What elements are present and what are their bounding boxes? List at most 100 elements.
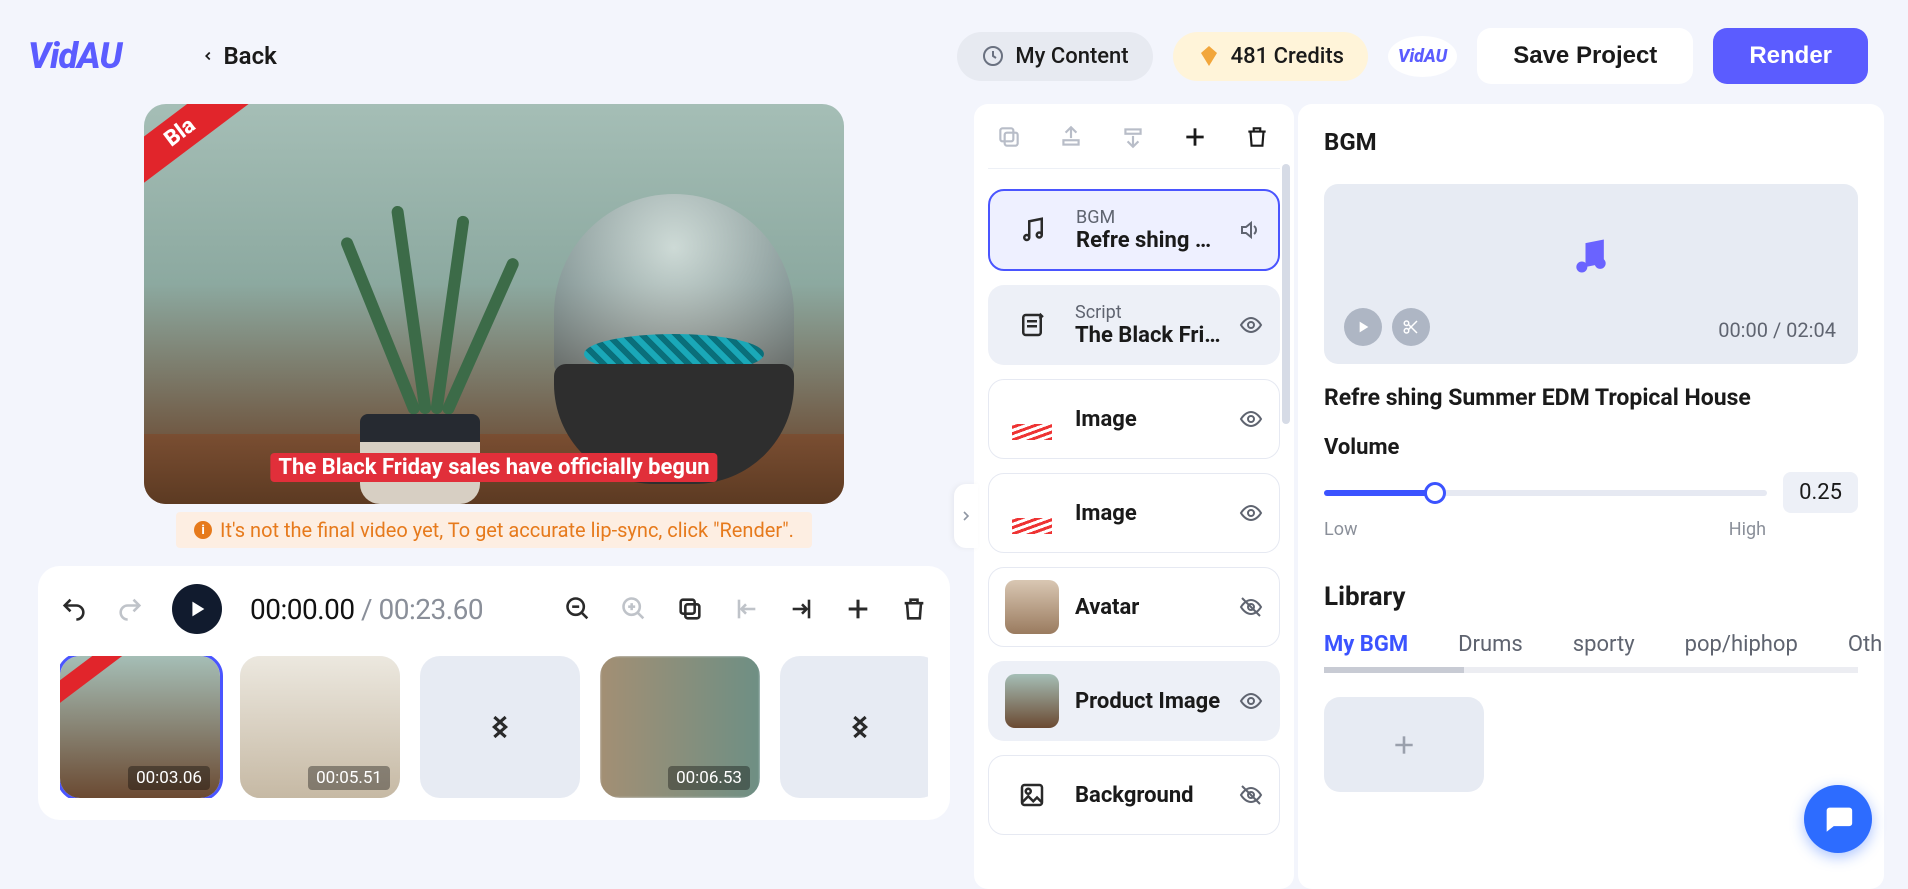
- timeline-transition[interactable]: [780, 656, 928, 798]
- tab-drums[interactable]: Drums: [1458, 632, 1523, 657]
- play-button[interactable]: [172, 584, 222, 634]
- product-thumb: [1005, 674, 1059, 728]
- background-icon: [1005, 768, 1059, 822]
- bgm-waveform[interactable]: 00:00 / 02:04: [1324, 184, 1858, 364]
- volume-low-label: Low: [1324, 519, 1358, 540]
- brand-badge-text: VidAU: [1398, 46, 1447, 67]
- plus-icon: [844, 595, 872, 623]
- layer-send-back-button[interactable]: [1120, 124, 1146, 150]
- bgm-play-button[interactable]: [1344, 308, 1382, 346]
- save-project-button[interactable]: Save Project: [1477, 28, 1693, 84]
- play-icon: [186, 598, 208, 620]
- preview-illustration-speaker: [554, 194, 794, 494]
- layer-item-avatar[interactable]: Avatar: [988, 567, 1280, 647]
- library-tabs: My BGM Drums sporty pop/hiphop Oth: [1324, 632, 1858, 673]
- tab-my-bgm[interactable]: My BGM: [1324, 632, 1408, 657]
- layer-add-button[interactable]: [1182, 124, 1208, 150]
- align-right-icon: [788, 595, 816, 623]
- eye-icon[interactable]: [1239, 407, 1263, 431]
- clip-timestamp: 00:03.06: [128, 766, 210, 790]
- app-logo: VidAU: [28, 35, 121, 77]
- redo-button[interactable]: [116, 595, 144, 623]
- duplicate-button[interactable]: [676, 595, 704, 623]
- library-add-button[interactable]: [1324, 697, 1484, 792]
- volume-icon[interactable]: [1238, 218, 1262, 242]
- timeline-transition[interactable]: [420, 656, 580, 798]
- transition-icon: [843, 710, 877, 744]
- render-button[interactable]: Render: [1713, 28, 1868, 84]
- layer-label: Script: [1075, 302, 1223, 323]
- transition-icon: [483, 710, 517, 744]
- preview-caption: The Black Friday sales have officially b…: [270, 453, 717, 482]
- timeline-clip[interactable]: 00:06.53: [600, 656, 760, 798]
- layer-item-product-image[interactable]: Product Image: [988, 661, 1280, 741]
- undo-icon: [60, 595, 88, 623]
- align-right-button[interactable]: [788, 595, 816, 623]
- align-left-button[interactable]: [732, 595, 760, 623]
- credits-chip[interactable]: 481 Credits: [1173, 32, 1368, 81]
- volume-value: 0.25: [1783, 472, 1858, 513]
- volume-slider-thumb[interactable]: [1424, 482, 1446, 504]
- bgm-trim-button[interactable]: [1392, 308, 1430, 346]
- credits-label: 481 Credits: [1231, 44, 1344, 69]
- layer-item-script[interactable]: Script The Black Fri…: [988, 285, 1280, 365]
- layer-copy-button[interactable]: [996, 124, 1022, 150]
- tab-pop-hiphop[interactable]: pop/hiphop: [1685, 632, 1798, 657]
- add-clip-button[interactable]: [844, 595, 872, 623]
- info-icon: i: [194, 521, 212, 539]
- video-preview[interactable]: Bla The Black Friday sales have official…: [144, 104, 844, 504]
- back-button[interactable]: Back: [201, 42, 276, 70]
- scissors-icon: [1402, 318, 1420, 336]
- back-label: Back: [223, 42, 276, 70]
- layer-delete-button[interactable]: [1244, 124, 1270, 150]
- copy-icon: [996, 124, 1022, 150]
- redo-icon: [116, 595, 144, 623]
- my-content-label: My Content: [1015, 44, 1128, 69]
- eye-icon[interactable]: [1239, 313, 1263, 337]
- layer-value: The Black Fri…: [1075, 323, 1223, 348]
- layer-value: Background: [1075, 783, 1223, 808]
- undo-button[interactable]: [60, 595, 88, 623]
- layer-item-bgm[interactable]: BGM Refre shing S…: [988, 189, 1280, 271]
- layer-label: BGM: [1076, 207, 1222, 228]
- chevron-left-icon: [201, 49, 215, 63]
- eye-off-icon[interactable]: [1239, 783, 1263, 807]
- zoom-out-button[interactable]: [564, 595, 592, 623]
- time-sep: /: [355, 593, 379, 626]
- diamond-icon: [1197, 44, 1221, 68]
- layer-item-background[interactable]: Background: [988, 755, 1280, 835]
- eye-off-icon[interactable]: [1239, 595, 1263, 619]
- timeline-clips[interactable]: 00:03.06 00:05.51 00:06.53: [60, 656, 928, 798]
- my-content-button[interactable]: My Content: [957, 32, 1152, 81]
- layer-value: Refre shing S…: [1076, 228, 1222, 253]
- tab-sporty[interactable]: sporty: [1573, 632, 1635, 657]
- brand-badge: VidAU: [1388, 36, 1457, 77]
- music-note-icon: [1569, 234, 1613, 278]
- bring-front-icon: [1058, 124, 1084, 150]
- layer-item-image[interactable]: Image: [988, 379, 1280, 459]
- collapse-layers-button[interactable]: [954, 484, 978, 548]
- tab-other[interactable]: Oth: [1848, 632, 1882, 657]
- eye-icon[interactable]: [1239, 689, 1263, 713]
- volume-slider[interactable]: [1324, 490, 1767, 496]
- current-time: 00:00.00: [250, 593, 355, 626]
- chevron-right-icon: [958, 508, 974, 524]
- volume-high-label: High: [1729, 519, 1766, 540]
- time-display: 00:00.00 / 00:23.60: [250, 593, 483, 626]
- duration: 00:23.60: [379, 593, 484, 626]
- align-left-icon: [732, 595, 760, 623]
- volume-label: Volume: [1324, 435, 1858, 460]
- play-icon: [1355, 319, 1371, 335]
- eye-icon[interactable]: [1239, 501, 1263, 525]
- chat-button[interactable]: [1804, 785, 1872, 853]
- plus-icon: [1182, 124, 1208, 150]
- timeline-clip[interactable]: 00:05.51: [240, 656, 400, 798]
- bgm-track-title: Refre shing Summer EDM Tropical House: [1324, 384, 1858, 411]
- timeline-clip[interactable]: 00:03.06: [60, 656, 220, 798]
- layer-value: Image: [1075, 501, 1223, 526]
- zoom-in-button[interactable]: [620, 595, 648, 623]
- layer-bring-front-button[interactable]: [1058, 124, 1084, 150]
- trash-icon: [1244, 124, 1270, 150]
- delete-clip-button[interactable]: [900, 595, 928, 623]
- layer-item-image[interactable]: Image: [988, 473, 1280, 553]
